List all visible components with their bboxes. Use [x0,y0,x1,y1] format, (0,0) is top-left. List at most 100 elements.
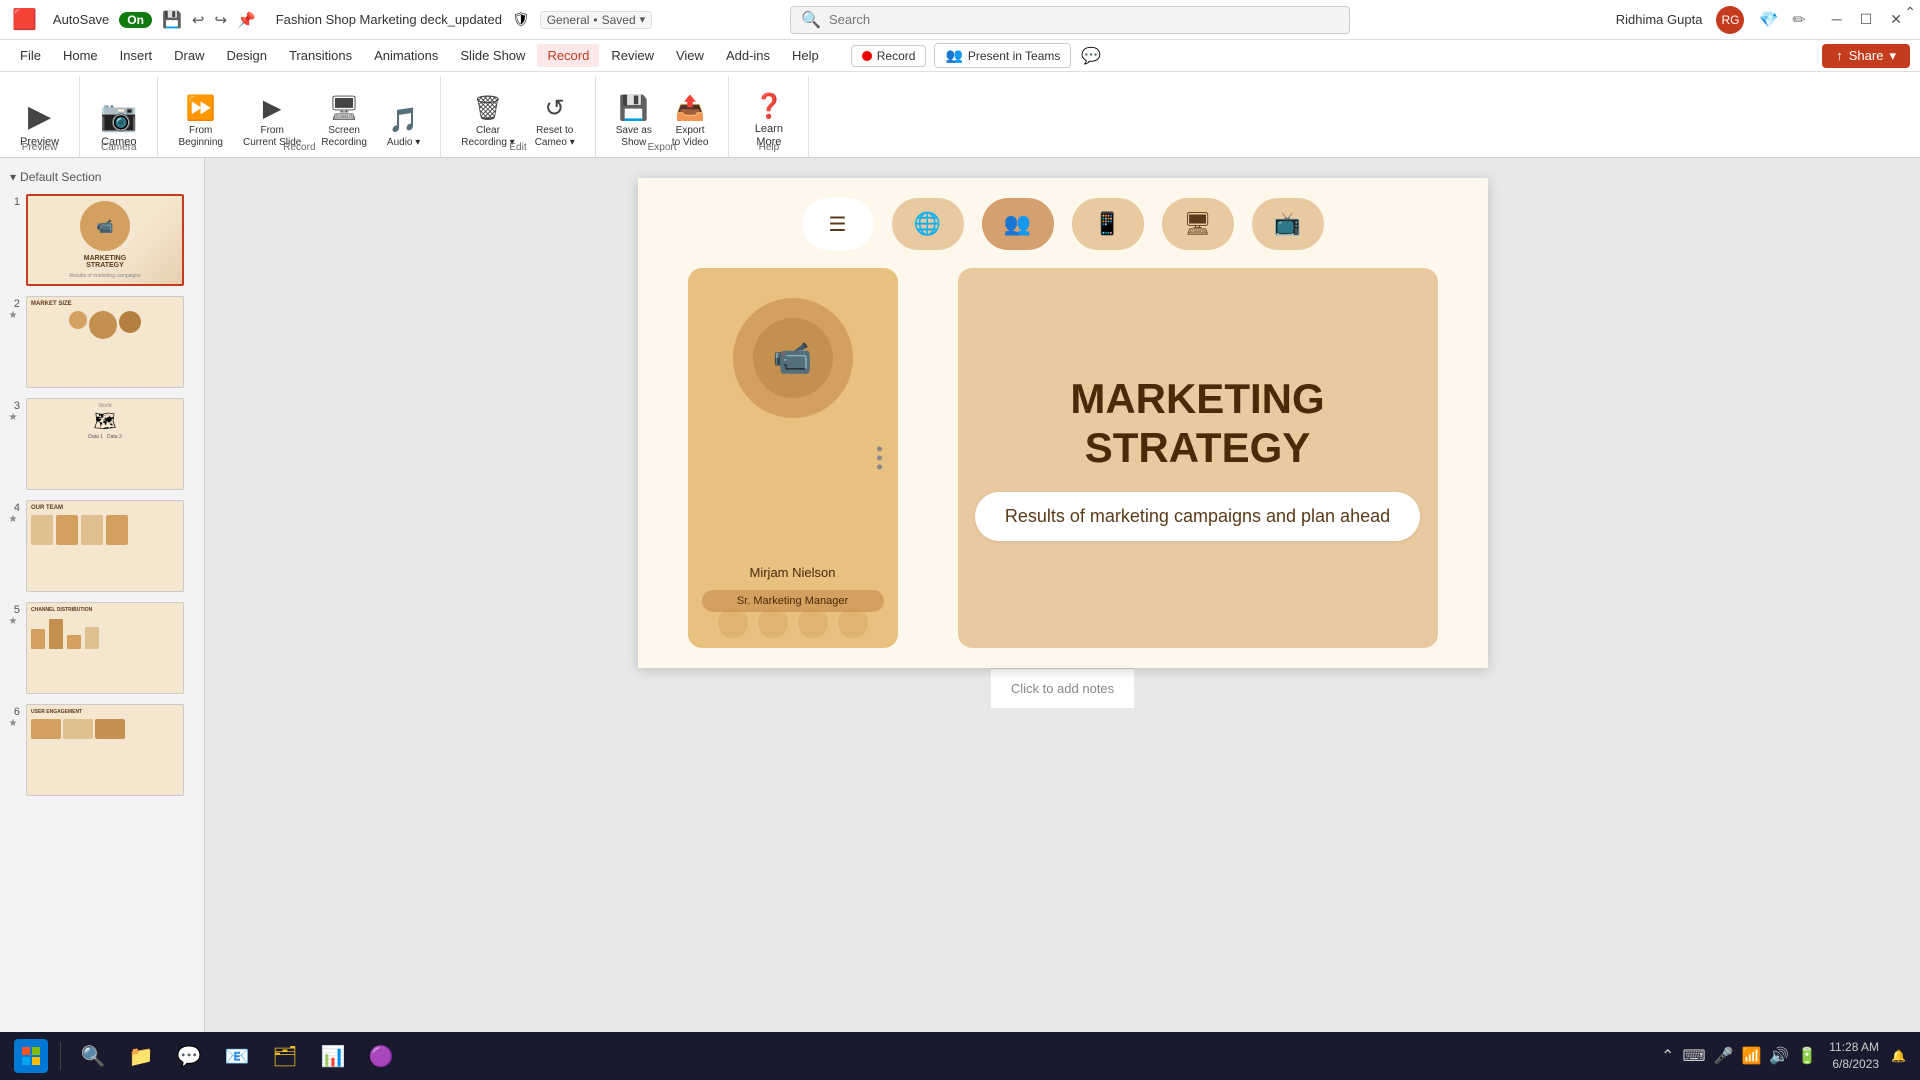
slide-video-icon: 📹 [773,339,813,377]
user-section: Ridhima Gupta RG 💎 ✏ [1616,6,1806,34]
slide-canvas[interactable]: ☰ 🌐 👥 📱 🖥 📺 📹 Mirjam [638,178,1488,668]
record-button[interactable]: Record [851,45,927,67]
teams-icon: 👥 [945,47,962,64]
taskbar-powerpoint[interactable]: 📊 [313,1036,353,1076]
main-content: ▾ Default Section 1 📹 MARKETINGSTRATEGY … [0,158,1920,1050]
slide-num-2: 2 [6,296,20,310]
comment-button[interactable]: 💬 [1073,42,1109,70]
notes-bar[interactable]: Click to add notes [991,668,1134,708]
share-chevron: ▾ [1889,48,1896,64]
chevron-up-icon[interactable]: ⌃ [1661,1046,1674,1066]
slide-num-3: 3 [6,398,20,412]
present-in-teams-button[interactable]: 👥 Present in Teams [934,43,1071,68]
menu-animations[interactable]: Animations [364,44,448,67]
slide-item-3[interactable]: 3 ★ World 🗺 Data 1 Data 2 [4,396,200,492]
slide-num-6: 6 [6,704,20,718]
menu-design[interactable]: Design [217,44,277,67]
section-collapse-icon[interactable]: ▾ [10,170,16,184]
menu-review[interactable]: Review [601,44,664,67]
share-icon: ↑ [1836,48,1843,63]
taskbar-teams[interactable]: 💬 [169,1036,209,1076]
slide-item-4[interactable]: 4 ★ OUR TEAM [4,498,200,594]
keyboard-icon: ⌨ [1682,1046,1705,1066]
slide-star-3: ★ [9,412,18,423]
search-icon: 🔍 [801,10,821,30]
export-video-icon: 📤 [675,94,705,123]
slide-left-card: 📹 Mirjam Nielson Sr. Marketing Manager [688,268,898,648]
slide-1-mini-title: MARKETINGSTRATEGY [84,255,126,269]
audio-icon: 🎵 [389,106,419,135]
taskbar-files[interactable]: 📁 [121,1036,161,1076]
taskbar-extra[interactable]: 🟣 [361,1036,401,1076]
maximize-btn[interactable]: ☐ [1854,9,1879,30]
from-beginning-icon: ⏩ [186,94,216,123]
time-display: 11:28 AM [1829,1039,1879,1056]
search-box[interactable]: 🔍 [790,6,1350,34]
pen-icon[interactable]: ✏ [1792,10,1805,30]
menu-home[interactable]: Home [53,44,108,67]
slide-item-1[interactable]: 1 📹 MARKETINGSTRATEGY Results of marketi… [4,192,200,288]
slide-dots [877,447,882,470]
slide-canvas-area: ☰ 🌐 👥 📱 🖥 📺 📹 Mirjam [205,158,1920,1050]
menu-view[interactable]: View [666,44,714,67]
ribbon-export-group-label: Export [596,139,729,157]
search-input[interactable] [829,12,1339,27]
reset-cameo-icon: ↺ [545,94,565,123]
ribbon-group-camera: 📷 Cameo Camera [80,76,158,157]
redo-btn[interactable]: ↪ [214,11,227,29]
slide-item-5[interactable]: 5 ★ CHANNEL DISTRIBUTION [4,600,200,696]
battery-icon: 🔋 [1797,1046,1817,1066]
undo-btn[interactable]: ↩ [192,11,205,29]
slide-bottom-bubbles [688,608,898,638]
slide-globe-icon-bubble: 🌐 [892,198,964,250]
share-button[interactable]: ↑ Share ▾ [1822,44,1910,68]
taskbar-separator [60,1042,61,1070]
slide-thumb-3: World 🗺 Data 1 Data 2 [26,398,184,490]
ribbon-edit-group-label: Edit [441,139,594,157]
taskbar-clock[interactable]: 11:28 AM 6/8/2023 [1829,1039,1879,1073]
slide-item-2[interactable]: 2 ★ MARKET SIZE [4,294,200,390]
notification-icon[interactable]: 🔔 [1891,1049,1906,1063]
taskbar-right: ⌃ ⌨ 🎤 📶 🔊 🔋 11:28 AM 6/8/2023 🔔 [1661,1039,1906,1073]
minimize-btn[interactable]: ─ [1826,9,1848,30]
menu-addins[interactable]: Add-ins [716,44,780,67]
slide-video-conf-icon-bubble: 📺 [1252,198,1324,250]
menu-insert[interactable]: Insert [110,44,163,67]
pin-btn[interactable]: 📌 [237,11,256,29]
slide-avatar-circle: 📹 [733,298,853,418]
menu-slideshow[interactable]: Slide Show [450,44,535,67]
slide-monitor-icon-bubble: 🖥 [1162,198,1234,250]
slide-item-6[interactable]: 6 ★ USER ENGAGEMENT [4,702,200,798]
ribbon-preview-group-label: Preview [0,139,79,157]
slide-icon-row: ☰ 🌐 👥 📱 🖥 📺 [688,198,1438,250]
menu-bar: File Home Insert Draw Design Transitions… [0,40,1920,72]
autosave-label: AutoSave [53,12,109,27]
slide-avatar-inner: 📹 [753,318,833,398]
start-button[interactable] [14,1039,48,1073]
powerpoint-logo: 🟥 [12,7,37,32]
screen-recording-icon: 🖥 [329,94,359,123]
taskbar-file-explorer[interactable]: 🗂 [265,1036,305,1076]
save-icon[interactable]: 💾 [162,10,182,30]
ribbon: ▶ Preview Preview 📷 Cameo Camera ⏩ FromB… [0,72,1920,158]
slide-star-2: ★ [9,310,18,321]
slide-thumb-2: MARKET SIZE [26,296,184,388]
window-controls[interactable]: ─ ☐ ✕ [1826,9,1908,30]
slide-num-4: 4 [6,500,20,514]
menu-record[interactable]: Record [537,44,599,67]
record-indicator [862,51,872,61]
menu-transitions[interactable]: Transitions [279,44,362,67]
autosave-toggle[interactable]: On [119,12,152,28]
date-display: 6/8/2023 [1829,1056,1879,1073]
slide-main-title: MARKETING STRATEGY [958,375,1438,472]
slide-star-4: ★ [9,514,18,525]
slide-right-card: MARKETING STRATEGY Results of marketing … [958,268,1438,648]
title-bar: 🟥 AutoSave On 💾 ↩ ↪ 📌 Fashion Shop Marke… [0,0,1920,40]
ribbon-group-preview: ▶ Preview Preview [0,76,80,157]
menu-draw[interactable]: Draw [164,44,214,67]
taskbar-search[interactable]: 🔍 [73,1036,113,1076]
taskbar-outlook[interactable]: 📧 [217,1036,257,1076]
menu-help[interactable]: Help [782,44,829,67]
user-avatar[interactable]: RG [1716,6,1744,34]
menu-file[interactable]: File [10,44,51,67]
